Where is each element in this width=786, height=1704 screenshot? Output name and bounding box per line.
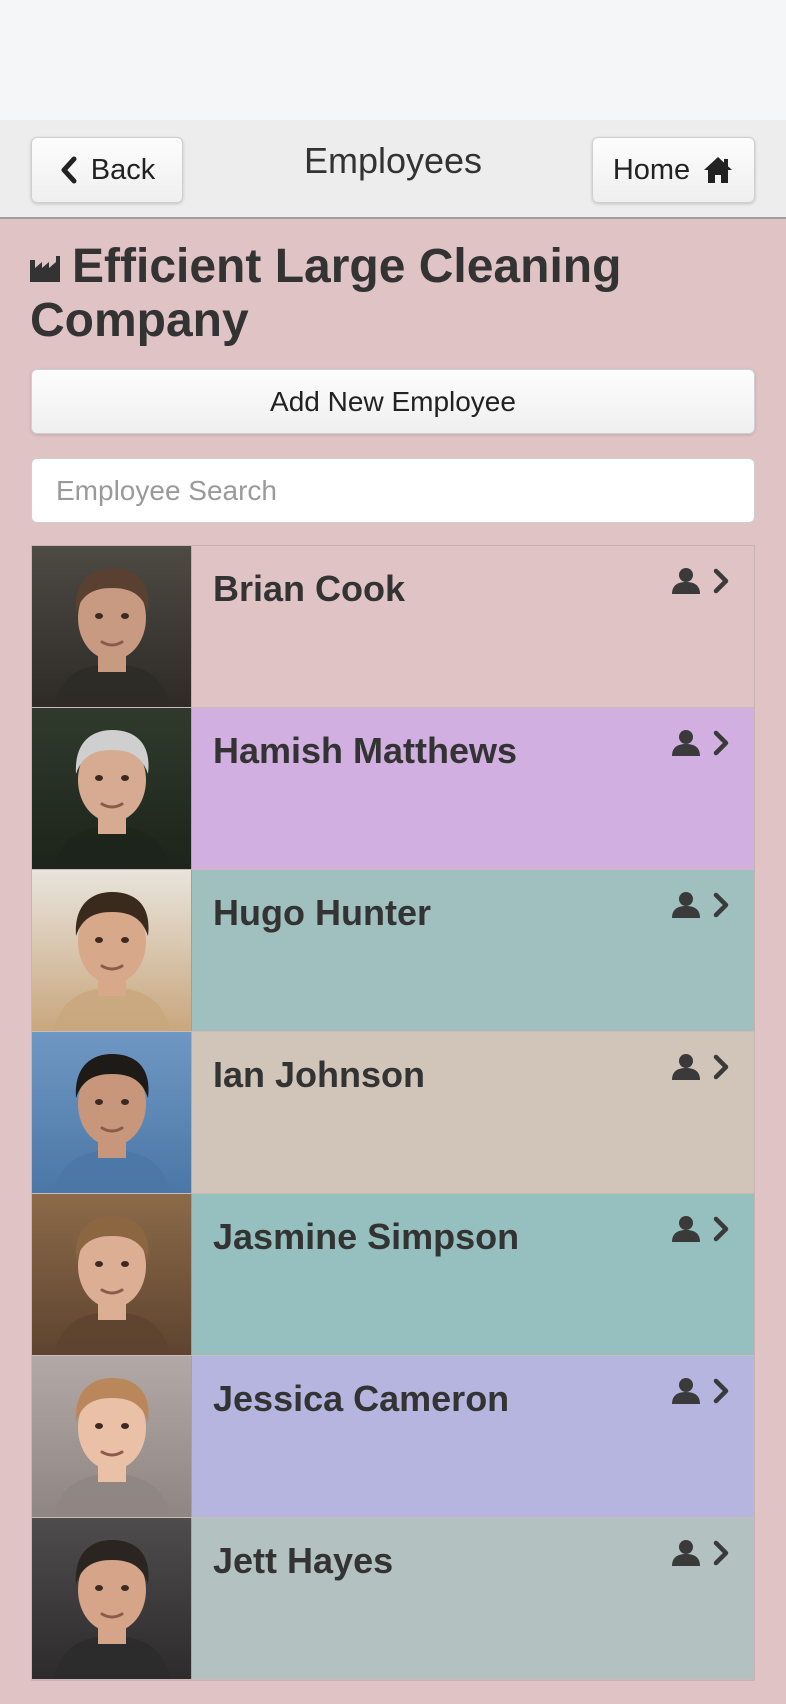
user-icon	[672, 892, 700, 918]
employee-row[interactable]: Jessica Cameron	[32, 1356, 754, 1518]
employee-row[interactable]: Hamish Matthews	[32, 708, 754, 870]
industry-icon	[30, 256, 60, 282]
employee-name: Jessica Cameron	[213, 1378, 510, 1419]
chevron-right-icon	[713, 1540, 729, 1566]
user-icon	[672, 1054, 700, 1080]
status-area	[0, 0, 786, 120]
employee-row[interactable]: Jasmine Simpson	[32, 1194, 754, 1356]
chevron-right-icon	[713, 892, 729, 918]
company-title: Efficient Large Cleaning Company	[30, 240, 760, 348]
employee-row-icons	[672, 568, 730, 594]
employee-photo	[32, 870, 192, 1031]
employee-name: Brian Cook	[213, 568, 406, 609]
user-icon	[672, 568, 700, 594]
user-icon	[672, 1216, 700, 1242]
employee-list: Brian Cook Hamish Matthews Hugo Hunter Ian …	[31, 545, 755, 1681]
chevron-right-icon	[713, 568, 729, 594]
user-icon	[672, 1540, 700, 1566]
add-new-employee-button[interactable]: Add New Employee	[31, 369, 755, 434]
top-navbar: Back Employees Home	[0, 120, 786, 219]
employee-name: Hugo Hunter	[213, 892, 431, 933]
chevron-right-icon	[713, 1054, 729, 1080]
employee-row-icons	[672, 730, 730, 756]
employee-row-icons	[672, 1054, 730, 1080]
user-icon	[672, 730, 700, 756]
employee-name: Hamish Matthews	[213, 730, 518, 771]
employee-photo	[32, 1194, 192, 1355]
employee-search-input[interactable]	[31, 458, 755, 523]
employee-row-icons	[672, 892, 730, 918]
employee-row-icons	[672, 1216, 730, 1242]
employee-row-icons	[672, 1378, 730, 1404]
user-icon	[672, 1378, 700, 1404]
home-icon	[704, 157, 733, 183]
employee-photo	[32, 1518, 192, 1679]
employee-name: Jasmine Simpson	[213, 1216, 520, 1257]
employee-name: Jett Hayes	[213, 1540, 394, 1581]
employee-row[interactable]: Brian Cook	[32, 546, 754, 708]
employee-row-icons	[672, 1540, 730, 1566]
employee-row[interactable]: Hugo Hunter	[32, 870, 754, 1032]
employee-photo	[32, 546, 192, 707]
home-button-label: Home	[612, 153, 691, 186]
chevron-right-icon	[713, 1216, 729, 1242]
employee-photo	[32, 1356, 192, 1517]
employee-name: Ian Johnson	[213, 1054, 426, 1095]
chevron-right-icon	[713, 1378, 729, 1404]
company-name: Efficient Large Cleaning Company	[30, 240, 622, 347]
home-button[interactable]: Home	[592, 137, 755, 203]
employee-row[interactable]: Ian Johnson	[32, 1032, 754, 1194]
employee-row[interactable]: Jett Hayes	[32, 1518, 754, 1680]
employee-photo	[32, 1032, 192, 1193]
chevron-right-icon	[713, 730, 729, 756]
employee-photo	[32, 708, 192, 869]
